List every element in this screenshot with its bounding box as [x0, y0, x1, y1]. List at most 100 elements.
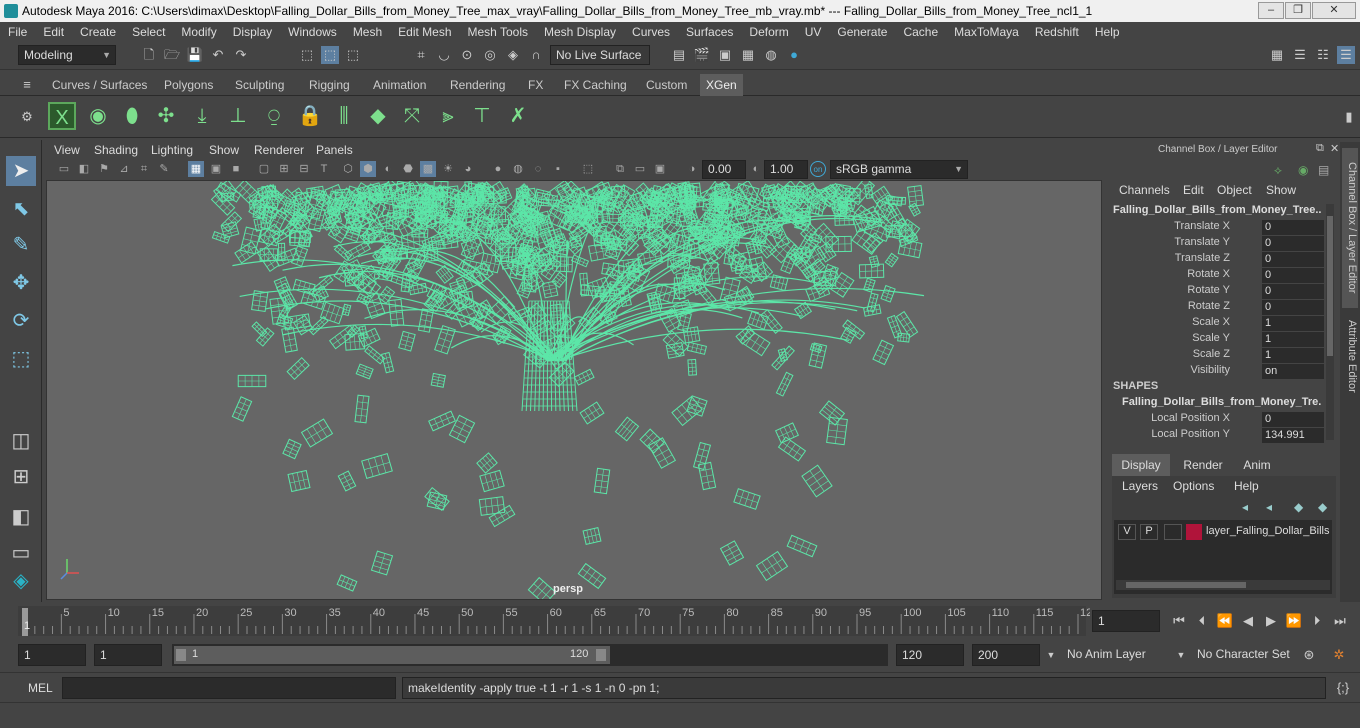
xgen-guide-visibility-icon[interactable]: ⍜ — [260, 102, 288, 130]
menu-mesh-display[interactable]: Mesh Display — [536, 25, 624, 39]
channel-row[interactable]: Scale X 1 — [1108, 316, 1326, 332]
exposure-field[interactable]: 0.00 — [702, 160, 746, 179]
lasso-tool-icon[interactable]: ⬉ — [6, 194, 36, 224]
camera-select-icon[interactable]: ▭ — [56, 161, 72, 177]
anim-layer-dropdown[interactable]: No Anim Layer — [1062, 644, 1162, 666]
channel-value[interactable]: 1 — [1262, 316, 1324, 331]
smooth-shade-icon[interactable]: ▣ — [208, 161, 224, 177]
xgen-lock-guide-icon[interactable]: 🔒 — [296, 102, 324, 130]
channels-menu[interactable]: Channels — [1119, 183, 1170, 197]
shelf-tab-curves-surfaces[interactable]: Curves / Surfaces — [46, 74, 153, 96]
live-surface-field[interactable]: No Live Surface — [550, 45, 650, 65]
shelf-tab-custom[interactable]: Custom — [640, 74, 693, 96]
shelf-tab-sculpting[interactable]: Sculpting — [229, 74, 290, 96]
layer-tab-anim[interactable]: Anim — [1228, 454, 1286, 476]
move-layer-up-icon[interactable]: ◂ — [1242, 500, 1248, 514]
step-back-icon[interactable]: ⏴ — [1193, 612, 1211, 630]
channel-row[interactable]: Translate Y 0 — [1108, 236, 1326, 252]
snap-point-icon[interactable]: ⊙ — [458, 46, 476, 64]
attribute-editor-icon[interactable]: ☷ — [1314, 46, 1332, 64]
side-tab-attribute-editor[interactable]: Attribute Editor — [1342, 310, 1358, 402]
cb-object-menu[interactable]: Object — [1217, 183, 1252, 197]
layers-menu[interactable]: Layers — [1122, 479, 1158, 493]
camera-attributes-icon[interactable]: ◧ — [76, 161, 92, 177]
xgen-transform-icon[interactable]: ⤧ — [398, 102, 426, 130]
paint-select-tool-icon[interactable]: ✎ — [6, 230, 36, 260]
lighting-icon[interactable]: ☀ — [440, 161, 456, 177]
xgen-delete-guide-icon[interactable]: ✗ — [504, 102, 532, 130]
xgen-editor-icon[interactable]: X — [48, 102, 76, 130]
options-menu[interactable]: Options — [1173, 479, 1214, 493]
redo-icon[interactable]: ↷ — [232, 46, 250, 64]
safe-title-icon[interactable]: T — [316, 161, 332, 177]
chevron-down-icon[interactable]: ▼ — [1042, 646, 1060, 664]
isolate-select-icon[interactable]: ⬡ — [340, 161, 356, 177]
menu-uv[interactable]: UV — [797, 25, 830, 39]
two-sided-lighting-icon[interactable]: ⧉ — [612, 161, 628, 177]
textured-icon[interactable]: ▢ — [256, 161, 272, 177]
mode-dropdown[interactable]: Modeling ▼ — [18, 45, 116, 65]
color-space-dropdown[interactable]: sRGB gamma ▼ — [830, 160, 968, 179]
image-plane-icon[interactable]: ⊿ — [116, 161, 132, 177]
snap-surface-icon[interactable]: ◈ — [504, 46, 522, 64]
gate-mask-icon[interactable]: ▣ — [652, 161, 668, 177]
layer-h-scrollbar[interactable] — [1116, 580, 1330, 590]
xgen-guides-icon[interactable]: ✣ — [152, 102, 180, 130]
ambient-occlusion-icon[interactable]: ◕ — [460, 161, 476, 177]
xgen-comb-icon[interactable]: ⫸ — [434, 102, 462, 130]
viewport-menu-panels[interactable]: Panels — [316, 143, 353, 157]
shelf-tab-polygons[interactable]: Polygons — [158, 74, 219, 96]
channel-value[interactable]: 0 — [1262, 300, 1324, 315]
channel-row[interactable]: Translate X 0 — [1108, 220, 1326, 236]
rotate-tool-icon[interactable]: ⟳ — [6, 306, 36, 336]
channel-value[interactable]: 0 — [1262, 412, 1324, 427]
channel-scrollbar[interactable] — [1326, 204, 1334, 440]
viewport-menu-view[interactable]: View — [54, 143, 80, 157]
viewport-menu-show[interactable]: Show — [209, 143, 239, 157]
play-forward-icon[interactable]: ▶ — [1262, 612, 1280, 630]
save-scene-icon[interactable]: 💾 — [186, 46, 204, 64]
select-tool-icon[interactable]: ➤ — [6, 156, 36, 186]
four-pane-layout-icon[interactable]: ⊞ — [6, 462, 36, 492]
menu-help[interactable]: Help — [1087, 25, 1128, 39]
undo-icon[interactable]: ↶ — [209, 46, 227, 64]
shelf-scroll-icon[interactable]: ▮ — [1340, 108, 1358, 126]
layer-tab-render[interactable]: Render — [1174, 454, 1232, 476]
shelf-tab-xgen[interactable]: XGen — [700, 74, 743, 96]
range-start-handle[interactable] — [176, 649, 186, 661]
single-pane-layout-icon[interactable]: ◫ — [6, 426, 36, 456]
anti-aliasing-icon[interactable]: ◍ — [510, 161, 526, 177]
layer-playback-toggle[interactable]: P — [1140, 524, 1158, 540]
wireframe-icon[interactable]: ▦ — [188, 161, 204, 177]
menu-curves[interactable]: Curves — [624, 25, 678, 39]
side-tab-channel-box[interactable]: Channel Box / Layer Editor — [1342, 148, 1358, 308]
motion-blur-icon[interactable]: ● — [490, 161, 506, 177]
depth-of-field-icon[interactable]: ◌ — [530, 161, 546, 177]
cb-show-menu[interactable]: Show — [1266, 183, 1296, 197]
snap-view-icon[interactable]: ◎ — [481, 46, 499, 64]
channel-value[interactable]: 0 — [1262, 284, 1324, 299]
current-frame-field[interactable]: 1 — [1092, 610, 1160, 632]
snap-magnet-icon[interactable]: ∩ — [527, 46, 545, 64]
menu-cache[interactable]: Cache — [895, 25, 946, 39]
channel-row[interactable]: Translate Z 0 — [1108, 252, 1326, 268]
xray-icon[interactable]: ⬢ — [360, 161, 376, 177]
move-tool-icon[interactable]: ✥ — [6, 268, 36, 298]
playback-end-field[interactable]: 120 — [896, 644, 964, 666]
close-button[interactable]: ✕ — [1312, 2, 1356, 19]
shelf-settings-icon[interactable]: ⚙ — [18, 108, 36, 126]
render-settings-icon[interactable]: ▤ — [670, 46, 688, 64]
command-input[interactable] — [62, 677, 396, 699]
script-language-label[interactable]: MEL — [28, 681, 53, 695]
menu-mesh[interactable]: Mesh — [345, 25, 390, 39]
shelf-menu-icon[interactable]: ≡ — [18, 76, 36, 94]
menu-edit[interactable]: Edit — [35, 25, 72, 39]
cb-edit-menu[interactable]: Edit — [1183, 183, 1204, 197]
bookmark-icon[interactable]: ⚑ — [96, 161, 112, 177]
open-scene-icon[interactable]: 🗁 — [163, 46, 181, 64]
auto-key-icon[interactable]: ⊛ — [1300, 646, 1318, 664]
snap-grid-icon[interactable]: ⌗ — [412, 46, 430, 64]
render-view-icon[interactable]: ▦ — [739, 46, 757, 64]
restore-button[interactable]: ❐ — [1285, 2, 1311, 19]
channel-row[interactable]: Rotate Z 0 — [1108, 300, 1326, 316]
